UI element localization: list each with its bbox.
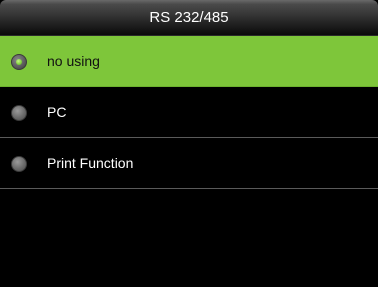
- radio-unselected-icon[interactable]: [11, 156, 27, 172]
- radio-selected-icon[interactable]: [11, 54, 27, 70]
- rs232-485-screen: RS 232/485 no using PC Print Function: [0, 0, 378, 287]
- option-label: no using: [47, 53, 100, 69]
- option-list: no using PC Print Function: [0, 36, 378, 189]
- option-print-function[interactable]: Print Function: [0, 138, 378, 189]
- option-label: PC: [47, 104, 67, 120]
- option-no-using[interactable]: no using: [0, 36, 378, 87]
- option-label: Print Function: [47, 155, 134, 171]
- page-title: RS 232/485: [149, 9, 229, 26]
- option-pc[interactable]: PC: [0, 87, 378, 138]
- title-bar: RS 232/485: [0, 0, 378, 36]
- radio-unselected-icon[interactable]: [11, 105, 27, 121]
